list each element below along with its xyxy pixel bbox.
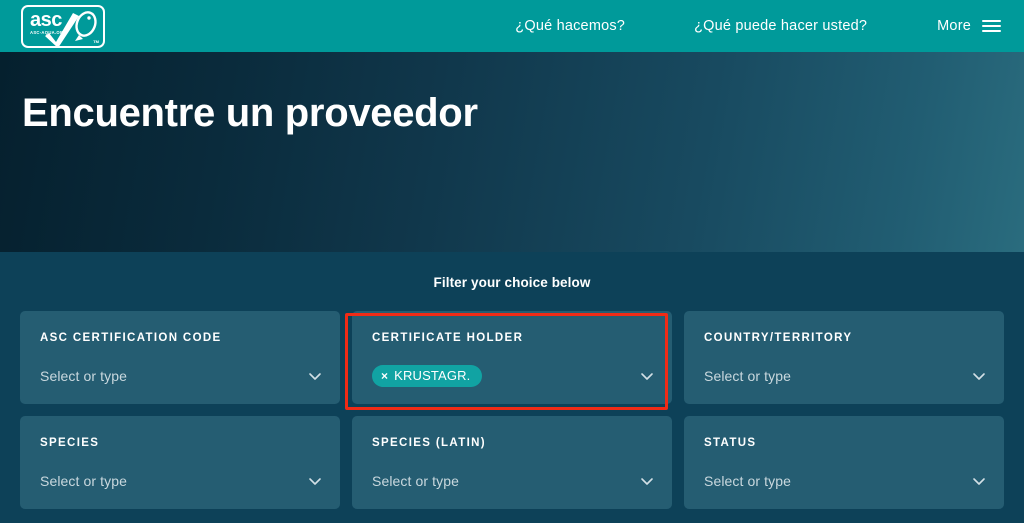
- filter-placeholder: Select or type: [704, 473, 791, 489]
- filter-label: STATUS: [704, 437, 757, 449]
- filter-certificate-holder[interactable]: CERTIFICATE HOLDER × KRUSTAGR...: [352, 311, 672, 404]
- nav-que-puede-hacer-usted[interactable]: ¿Qué puede hacer usted?: [694, 18, 867, 34]
- filter-label: CERTIFICATE HOLDER: [372, 332, 524, 344]
- filter-section-heading: Filter your choice below: [433, 275, 591, 290]
- chevron-down-icon[interactable]: [307, 473, 323, 489]
- filter-label: ASC CERTIFICATION CODE: [40, 332, 222, 344]
- filter-grid: ASC CERTIFICATION CODE Select or type CE…: [0, 311, 1024, 509]
- filter-label: COUNTRY/TERRITORY: [704, 332, 853, 344]
- filter-country-territory[interactable]: COUNTRY/TERRITORY Select or type: [684, 311, 1004, 404]
- selected-value-chip[interactable]: × KRUSTAGR...: [372, 365, 482, 387]
- chevron-down-icon[interactable]: [639, 473, 655, 489]
- chevron-down-icon[interactable]: [639, 368, 655, 384]
- asc-logo-subtitle: ASC-AQUA.ORG: [30, 29, 67, 35]
- asc-logo[interactable]: asc ASC-AQUA.ORG TM: [21, 4, 105, 48]
- filter-label: SPECIES: [40, 437, 100, 449]
- filter-control[interactable]: × KRUSTAGR...: [372, 364, 655, 388]
- chevron-down-icon[interactable]: [971, 473, 987, 489]
- page-title: Encuentre un proveedor: [22, 91, 478, 135]
- filter-placeholder: Select or type: [40, 473, 127, 489]
- hero-banner: Encuentre un proveedor: [0, 52, 1024, 252]
- nav-more-button[interactable]: More: [937, 18, 1001, 34]
- filter-asc-certification-code[interactable]: ASC CERTIFICATION CODE Select or type: [20, 311, 340, 404]
- chip-label: KRUSTAGR...: [394, 368, 471, 383]
- filter-species-latin[interactable]: SPECIES (LATIN) Select or type: [352, 416, 672, 509]
- filter-species[interactable]: SPECIES Select or type: [20, 416, 340, 509]
- nav-more-label: More: [937, 18, 971, 34]
- top-navigation-bar: asc ASC-AQUA.ORG TM ¿Qué hacemos? ¿Qué p…: [0, 0, 1024, 52]
- close-icon[interactable]: ×: [381, 370, 388, 382]
- filter-section: Filter your choice below ASC CERTIFICATI…: [0, 252, 1024, 523]
- asc-logo-wordmark: asc: [30, 8, 62, 31]
- chevron-down-icon[interactable]: [971, 368, 987, 384]
- filter-label: SPECIES (LATIN): [372, 437, 486, 449]
- filter-control[interactable]: Select or type: [40, 364, 323, 388]
- filter-placeholder: Select or type: [704, 368, 791, 384]
- filter-control[interactable]: Select or type: [372, 469, 655, 493]
- chevron-down-icon[interactable]: [307, 368, 323, 384]
- nav-links: ¿Qué hacemos? ¿Qué puede hacer usted? Mo…: [515, 0, 1024, 52]
- hamburger-menu-icon[interactable]: [982, 20, 1001, 32]
- filter-placeholder: Select or type: [40, 368, 127, 384]
- filter-placeholder: Select or type: [372, 473, 459, 489]
- trademark-symbol: TM: [93, 38, 99, 44]
- filter-control[interactable]: Select or type: [40, 469, 323, 493]
- filter-status[interactable]: STATUS Select or type: [684, 416, 1004, 509]
- filter-control[interactable]: Select or type: [704, 469, 987, 493]
- filter-control[interactable]: Select or type: [704, 364, 987, 388]
- nav-que-hacemos[interactable]: ¿Qué hacemos?: [515, 18, 625, 34]
